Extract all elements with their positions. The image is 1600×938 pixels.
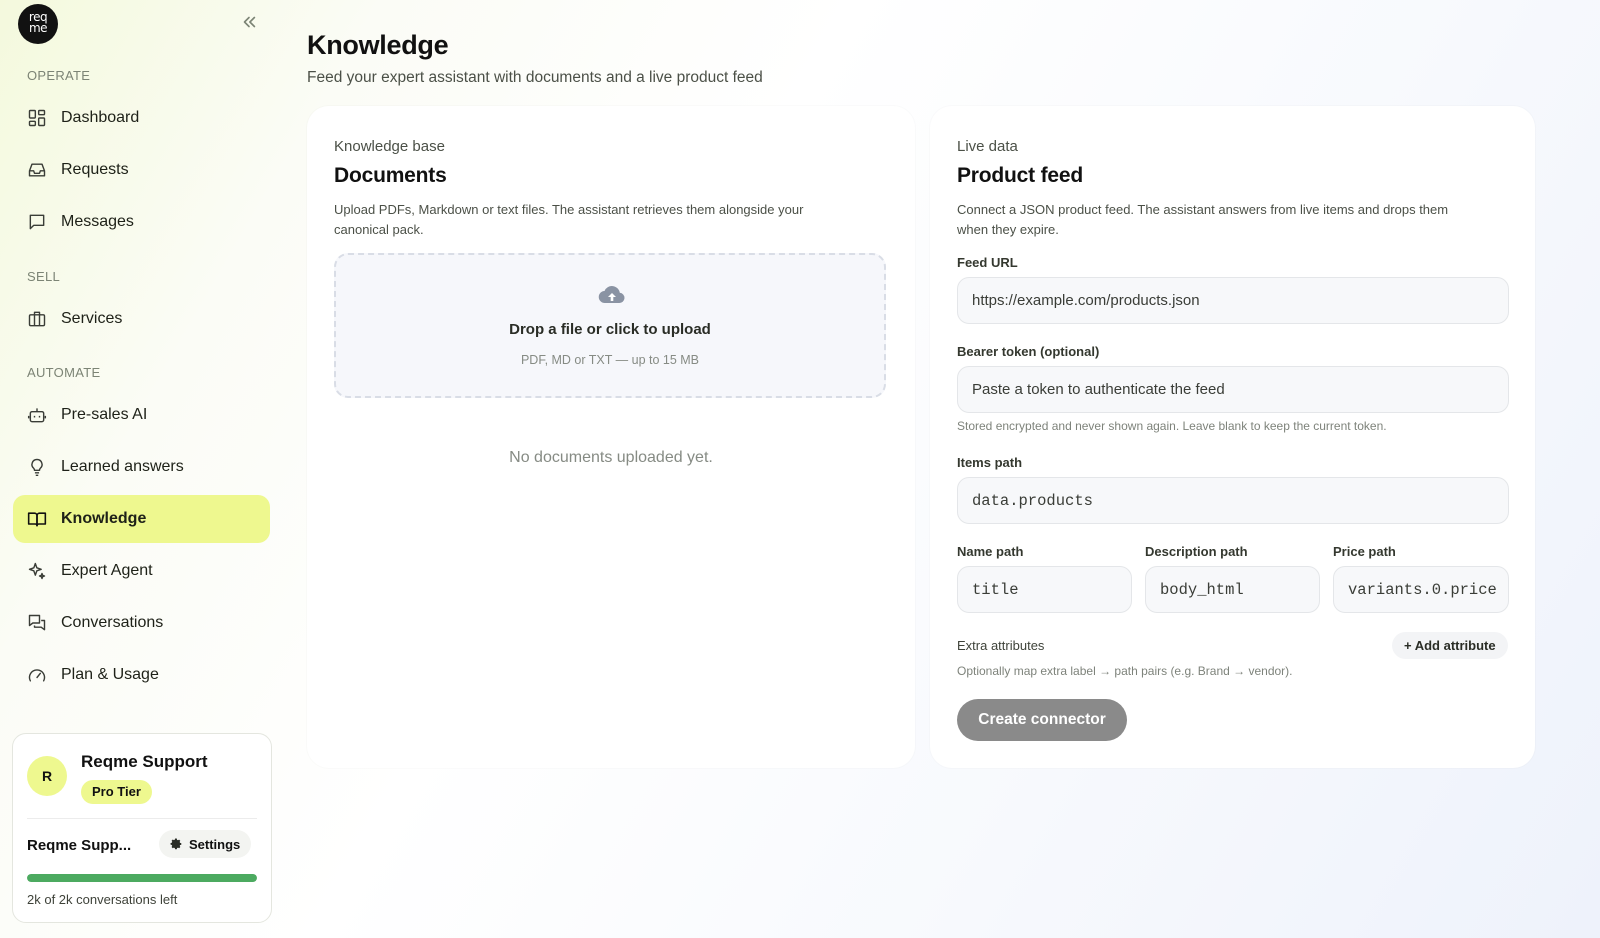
sidebar-item-label: Expert Agent: [61, 562, 153, 579]
extra-attributes-label: Extra attributes: [957, 638, 1045, 653]
sidebar-item-knowledge[interactable]: Knowledge: [13, 495, 270, 543]
page-title: Knowledge: [307, 30, 449, 60]
price-path-label: Price path: [1333, 544, 1396, 559]
usage-text: 2k of 2k conversations left: [27, 892, 178, 907]
sidebar-item-label: Knowledge: [61, 510, 147, 527]
items-path-input[interactable]: data.products: [957, 477, 1509, 524]
sidebar-item-label: Conversations: [61, 614, 164, 631]
feed-eyebrow: Live data: [957, 138, 1018, 155]
feed-url-input[interactable]: https://example.com/products.json: [957, 277, 1509, 324]
dropzone-hint: PDF, MD or TXT — up to 15 MB: [520, 353, 700, 367]
sidebar-item-services[interactable]: Services: [13, 295, 270, 343]
account-divider: [27, 818, 257, 819]
feed-description-line: Connect a JSON product feed. The assista…: [957, 202, 1449, 217]
sidebar-item-label: Messages: [61, 213, 134, 230]
page-subtitle: Feed your expert assistant with document…: [307, 69, 763, 86]
sidebar-item-label: Services: [61, 310, 123, 327]
book-icon: [27, 512, 47, 527]
message-icon: [29, 214, 45, 230]
extra-attributes-helper: Optionally map extra label → path pairs …: [957, 664, 1293, 678]
collapse-sidebar-icon[interactable]: [240, 13, 258, 31]
section-label-operate: OPERATE: [27, 68, 91, 83]
chats-icon: [28, 614, 46, 631]
documents-description: Upload PDFs, Markdown or text files. The…: [334, 200, 803, 240]
gear-icon: [170, 837, 182, 849]
bot-icon: [27, 408, 47, 423]
sidebar-item-plan-usage[interactable]: Plan & Usage: [13, 651, 270, 699]
sidebar-item-expert-agent[interactable]: Expert Agent: [13, 547, 270, 595]
account-name: Reqme Support: [81, 752, 208, 771]
documents-description-line: canonical pack.: [334, 222, 424, 237]
create-connector-button[interactable]: Create connector: [957, 699, 1127, 741]
price-path-input[interactable]: variants.0.price: [1333, 566, 1509, 613]
sidebar-item-presales-ai[interactable]: Pre-sales AI: [13, 391, 270, 439]
sidebar-item-requests[interactable]: Requests: [13, 146, 270, 194]
sidebar-item-label: Pre-sales AI: [61, 406, 148, 423]
gauge-icon: [28, 669, 46, 682]
feed-url-label: Feed URL: [957, 255, 1018, 270]
sidebar: req me OPERATE Dashboard Requests Messag…: [0, 0, 282, 938]
items-path-label: Items path: [957, 455, 1023, 470]
token-helper-text: Stored encrypted and never shown again. …: [957, 419, 1387, 433]
reqme-logo[interactable]: req me: [18, 4, 58, 44]
documents-panel: Knowledge base Documents Upload PDFs, Ma…: [307, 106, 915, 768]
sparkles-icon: [28, 562, 46, 580]
feed-description: Connect a JSON product feed. The assista…: [957, 200, 1448, 240]
sidebar-item-learned-answers[interactable]: Learned answers: [13, 443, 270, 491]
feed-title: Product feed: [957, 164, 1083, 187]
briefcase-icon: [28, 311, 46, 327]
dashboard-icon: [28, 109, 46, 127]
add-attribute-button[interactable]: + Add attribute: [1392, 632, 1508, 659]
sidebar-item-messages[interactable]: Messages: [13, 198, 270, 246]
bearer-token-label: Bearer token (optional): [957, 344, 1100, 359]
usage-progress-bar: [27, 874, 257, 882]
documents-empty-state: No documents uploaded yet.: [509, 449, 713, 466]
logo-text-bottom: me: [28, 21, 48, 35]
settings-button[interactable]: Settings: [159, 830, 252, 858]
sidebar-item-dashboard[interactable]: Dashboard: [13, 94, 270, 142]
sidebar-item-label: Learned answers: [61, 458, 184, 475]
account-card: R Reqme Support Pro Tier Reqme Supp... S…: [12, 733, 272, 923]
settings-label: Settings: [189, 836, 241, 852]
sidebar-item-label: Requests: [61, 161, 129, 178]
documents-eyebrow: Knowledge base: [334, 138, 445, 155]
sidebar-item-label: Plan & Usage: [61, 666, 159, 683]
usage-progress-fill: [27, 874, 257, 882]
cloud-upload-icon: [598, 286, 625, 304]
dropzone-title: Drop a file or click to upload: [509, 321, 711, 338]
name-path-label: Name path: [957, 544, 1024, 559]
product-feed-panel: Live data Product feed Connect a JSON pr…: [930, 106, 1535, 768]
inbox-icon: [28, 163, 46, 177]
avatar[interactable]: R: [27, 756, 67, 796]
name-path-input[interactable]: title: [957, 566, 1132, 613]
documents-description-line: Upload PDFs, Markdown or text files. The…: [334, 202, 804, 217]
bearer-token-input[interactable]: Paste a token to authenticate the feed: [957, 366, 1509, 413]
description-path-label: Description path: [1145, 544, 1248, 559]
documents-title: Documents: [334, 164, 447, 187]
upload-dropzone[interactable]: Drop a file or click to upload PDF, MD o…: [334, 253, 886, 398]
sidebar-item-label: Dashboard: [61, 109, 140, 126]
description-path-input[interactable]: body_html: [1145, 566, 1320, 613]
tier-badge: Pro Tier: [81, 780, 152, 804]
lightbulb-icon: [31, 458, 43, 477]
sidebar-item-conversations[interactable]: Conversations: [13, 599, 270, 647]
section-label-automate: AUTOMATE: [27, 365, 101, 380]
section-label-sell: SELL: [27, 269, 61, 284]
feed-description-line: when they expire.: [957, 222, 1059, 237]
workspace-name: Reqme Supp...: [27, 837, 132, 854]
